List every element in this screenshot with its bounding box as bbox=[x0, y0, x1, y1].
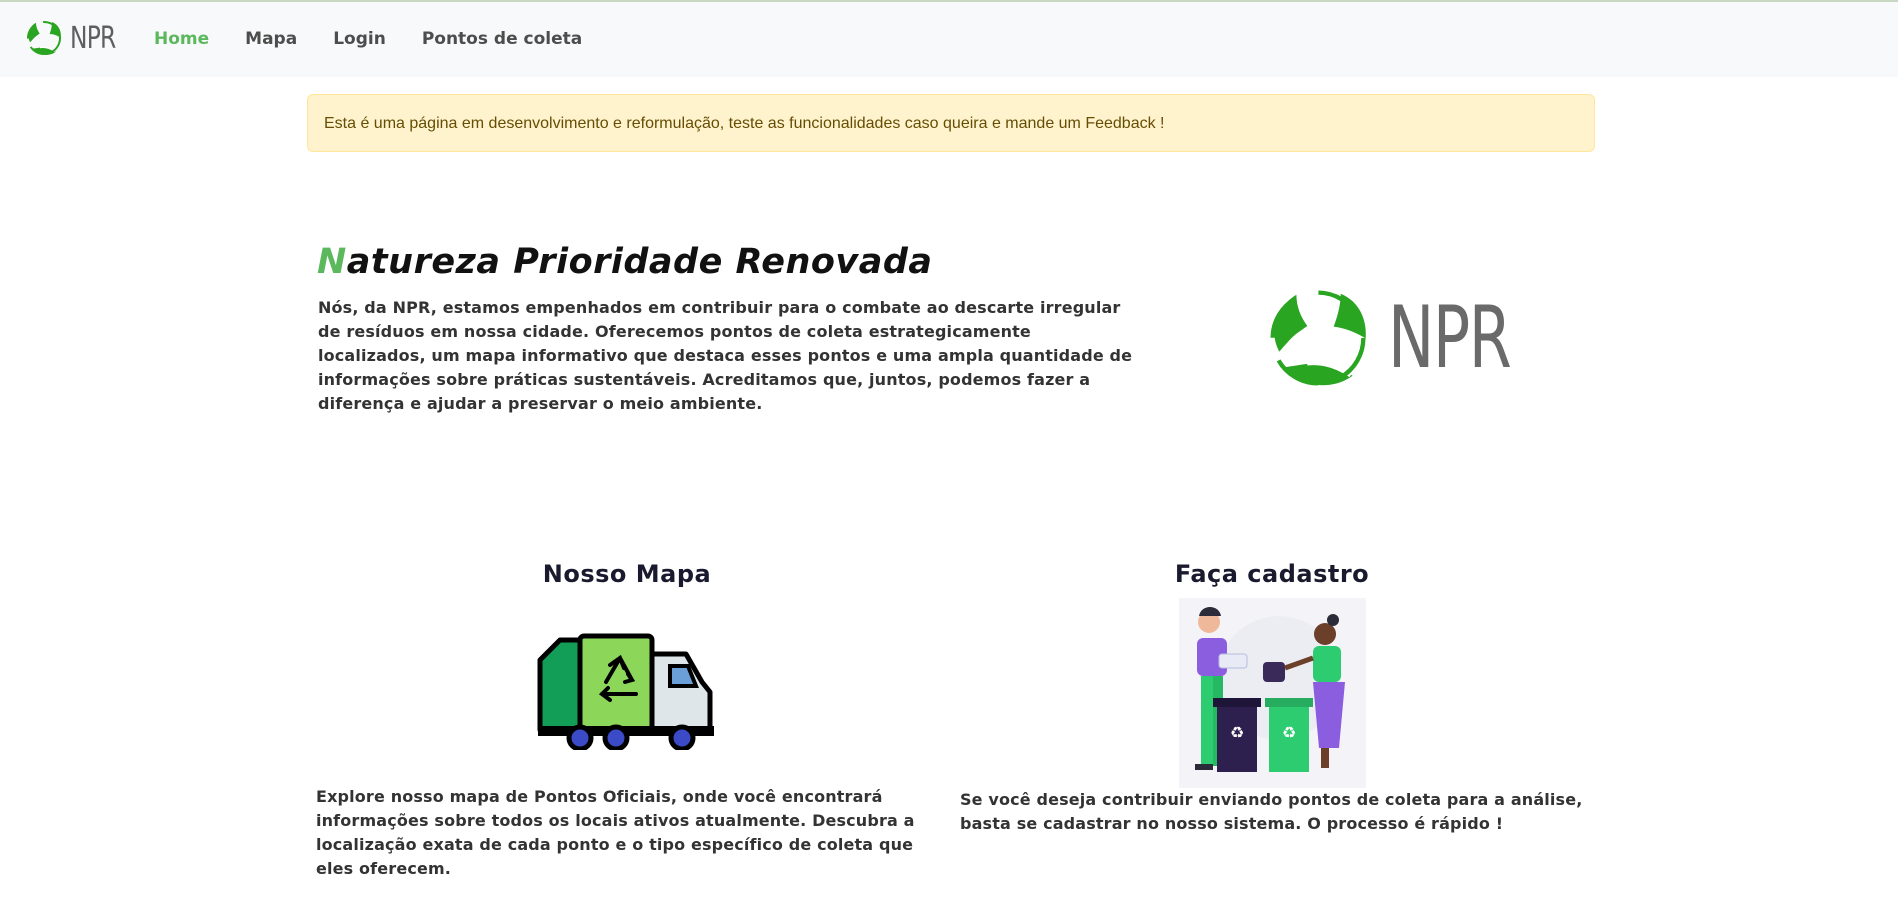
nav-link-mapa[interactable]: Mapa bbox=[245, 29, 297, 49]
npr-logo-icon bbox=[1270, 290, 1367, 386]
brand-text: NPR bbox=[70, 20, 116, 56]
svg-text:♻: ♻ bbox=[1282, 723, 1296, 742]
hero-description: Nós, da NPR, estamos empenhados em contr… bbox=[318, 298, 1133, 413]
nav-link-login[interactable]: Login bbox=[333, 29, 386, 49]
people-recycling-illustration[interactable]: ♻ ♻ bbox=[1179, 598, 1366, 788]
hero-title-rest: atureza Prioridade Renovada bbox=[346, 242, 933, 282]
card-text-cadastro: Se você deseja contribuir enviando ponto… bbox=[960, 790, 1583, 833]
card-text-mapa: Explore nosso mapa de Pontos Oficiais, o… bbox=[316, 787, 915, 878]
recycling-truck-icon[interactable] bbox=[532, 630, 722, 750]
nav-link-pontos-de-coleta[interactable]: Pontos de coleta bbox=[422, 29, 582, 49]
development-alert: Esta é uma página em desenvolvimento e r… bbox=[307, 94, 1595, 152]
navbar: NPR Home Mapa Login Pontos de coleta bbox=[0, 0, 1898, 77]
npr-logo-icon bbox=[27, 21, 61, 55]
card-title-mapa: Nosso Mapa bbox=[542, 560, 712, 588]
hero-title-initial: N bbox=[317, 242, 347, 282]
card-title-cadastro: Faça cadastro bbox=[1174, 560, 1370, 588]
nav-link-home[interactable]: Home bbox=[154, 29, 209, 49]
hero-title: Natureza Prioridade Renovada bbox=[317, 242, 933, 282]
nav-links: Home Mapa Login Pontos de coleta bbox=[154, 29, 618, 49]
brand-link[interactable]: NPR bbox=[24, 18, 128, 58]
hero-logo-text: NPR bbox=[1388, 288, 1512, 388]
hero-logo: NPR bbox=[1264, 284, 1558, 392]
svg-text:♻: ♻ bbox=[1230, 723, 1244, 742]
